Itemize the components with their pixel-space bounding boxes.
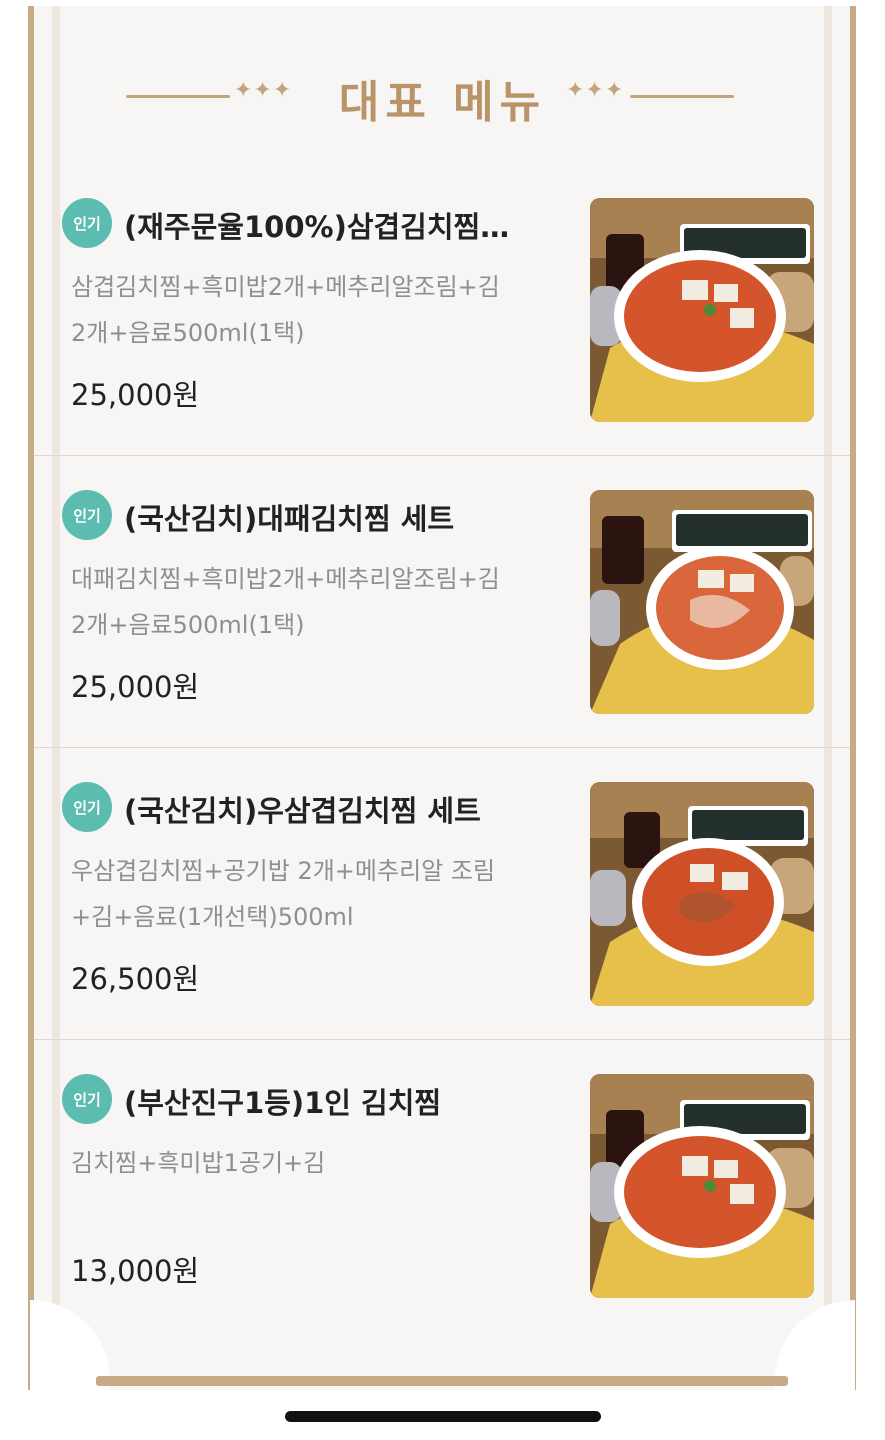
popular-badge-icon: 인기 <box>62 198 112 248</box>
menu-item-price: 13,000원 <box>71 1254 200 1288</box>
section-title: 대표 메뉴 <box>338 77 547 128</box>
menu-item[interactable]: 인기 (재주문율100%)삼겹김치찜… 삼겹김치찜+흑미밥2개+메추리알조림+김… <box>34 164 850 456</box>
popular-badge-icon: 인기 <box>62 1074 112 1124</box>
section-header: ✦✦✦ 대표 메뉴 ✦✦✦ <box>0 62 885 132</box>
menu-item-title[interactable]: (국산김치)대패김치찜 세트 <box>124 496 564 538</box>
menu-item-description-line: 삼겹김치찜+흑미밥2개+메추리알조림+김 <box>71 273 500 301</box>
popular-badge-icon: 인기 <box>62 782 112 832</box>
home-indicator[interactable] <box>285 1411 601 1422</box>
frame-bottom-rule <box>96 1376 788 1386</box>
menu-item-title[interactable]: (부산진구1등)1인 김치찜 <box>124 1080 564 1122</box>
menu-item-description-line: 김치찜+흑미밥1공기+김 <box>71 1149 326 1177</box>
menu-item-price: 26,500원 <box>71 962 200 996</box>
menu-item-photo[interactable] <box>590 198 814 422</box>
menu-item-description: 김치찜+흑미밥1공기+김 <box>71 1140 571 1186</box>
menu-item[interactable]: 인기 (국산김치)대패김치찜 세트 대패김치찜+흑미밥2개+메추리알조림+김 2… <box>34 456 850 748</box>
menu-item-photo[interactable] <box>590 782 814 1006</box>
menu-item-description-line: 2개+음료500ml(1택) <box>71 611 305 639</box>
menu-item-description-line: 대패김치찜+흑미밥2개+메추리알조림+김 <box>71 565 500 593</box>
menu-item-price: 25,000원 <box>71 378 200 412</box>
menu-item-description: 우삼겹김치찜+공기밥 2개+메추리알 조림 +김+음료(1개선택)500ml <box>71 848 571 940</box>
menu-list: 인기 (재주문율100%)삼겹김치찜… 삼겹김치찜+흑미밥2개+메추리알조림+김… <box>34 164 850 1332</box>
menu-item[interactable]: 인기 (국산김치)우삼겹김치찜 세트 우삼겹김치찜+공기밥 2개+메추리알 조림… <box>34 748 850 1040</box>
menu-item-price: 25,000원 <box>71 670 200 704</box>
menu-item-description: 삼겹김치찜+흑미밥2개+메추리알조림+김 2개+음료500ml(1택) <box>71 264 571 356</box>
menu-item-title[interactable]: (재주문율100%)삼겹김치찜… <box>124 204 564 246</box>
menu-item-photo[interactable] <box>590 1074 814 1298</box>
menu-item-description: 대패김치찜+흑미밥2개+메추리알조림+김 2개+음료500ml(1택) <box>71 556 571 648</box>
sparkle-icon: ✦✦✦ <box>566 78 625 103</box>
menu-item[interactable]: 인기 (부산진구1등)1인 김치찜 김치찜+흑미밥1공기+김 13,000원 <box>34 1040 850 1332</box>
menu-item-description-line: +김+음료(1개선택)500ml <box>71 903 354 931</box>
menu-item-description-line: 2개+음료500ml(1택) <box>71 319 305 347</box>
popular-badge-icon: 인기 <box>62 490 112 540</box>
menu-item-description-line: 우삼겹김치찜+공기밥 2개+메추리알 조림 <box>71 857 496 885</box>
menu-item-title[interactable]: (국산김치)우삼겹김치찜 세트 <box>124 788 564 830</box>
menu-item-photo[interactable] <box>590 490 814 714</box>
header-rule-right <box>630 95 734 98</box>
